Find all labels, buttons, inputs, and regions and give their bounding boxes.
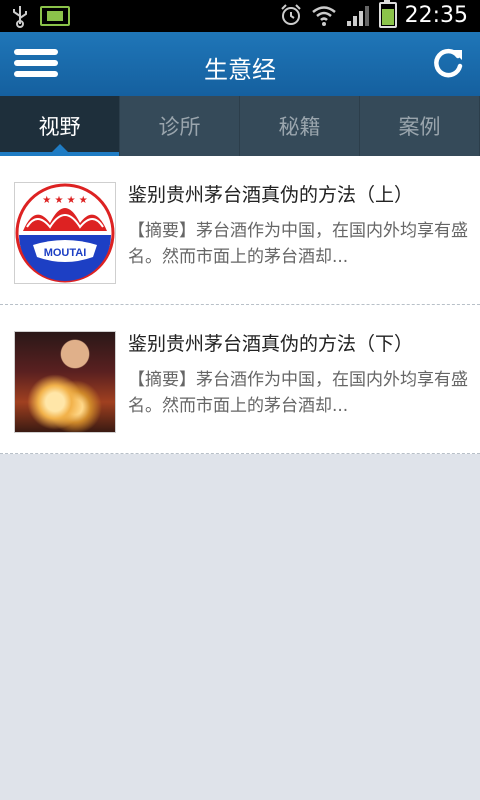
refresh-icon[interactable] (430, 46, 466, 82)
article-title: 鉴别贵州茅台酒真伪的方法（上） (128, 184, 414, 206)
tab-bar: 视野 诊所 秘籍 案例 (0, 96, 480, 156)
photo-image (15, 332, 115, 432)
alarm-icon (280, 4, 301, 25)
tab-secrets[interactable]: 秘籍 (240, 96, 360, 156)
tab-clinic[interactable]: 诊所 (120, 96, 240, 156)
article-summary: 【摘要】茅台酒作为中国，在国内外均享有盛名。然而市面上的茅台酒却... (128, 221, 468, 267)
usb-icon (13, 6, 27, 28)
moutai-logo-thumbnail: MOUTAI ★ ★ ★ ★ (14, 182, 116, 284)
status-right: 22:35 (279, 0, 468, 28)
page-title: 生意经 (204, 56, 276, 84)
clock: 22:35 (404, 2, 468, 28)
wifi-icon (311, 6, 336, 26)
tab-cases[interactable]: 案例 (360, 96, 480, 156)
article-summary: 【摘要】茅台酒作为中国，在国内外均享有盛名。然而市面上的茅台酒却... (128, 370, 468, 416)
signal-icon (346, 6, 369, 26)
tab-vision[interactable]: 视野 (0, 96, 120, 156)
svg-text:★ ★ ★ ★: ★ ★ ★ ★ (42, 195, 87, 206)
status-bar: 22:35 (0, 0, 480, 32)
moutai-logo: MOUTAI ★ ★ ★ ★ (15, 183, 115, 283)
list-item[interactable]: 鉴别贵州茅台酒真伪的方法（下） 【摘要】茅台酒作为中国，在国内外均享有盛名。然而… (0, 305, 480, 454)
moutai-logo-text: MOUTAI (44, 247, 87, 259)
battery-icon (378, 0, 397, 28)
storage-icon (40, 6, 70, 26)
app-header: 生意经 (0, 32, 480, 96)
article-list: MOUTAI ★ ★ ★ ★ 鉴别贵州茅台酒真伪的方法（上） 【摘要】茅台酒作为… (0, 156, 480, 454)
article-thumbnail (14, 331, 116, 433)
status-left (10, 4, 70, 28)
article-title: 鉴别贵州茅台酒真伪的方法（下） (128, 333, 414, 355)
list-item[interactable]: MOUTAI ★ ★ ★ ★ 鉴别贵州茅台酒真伪的方法（上） 【摘要】茅台酒作为… (0, 156, 480, 305)
